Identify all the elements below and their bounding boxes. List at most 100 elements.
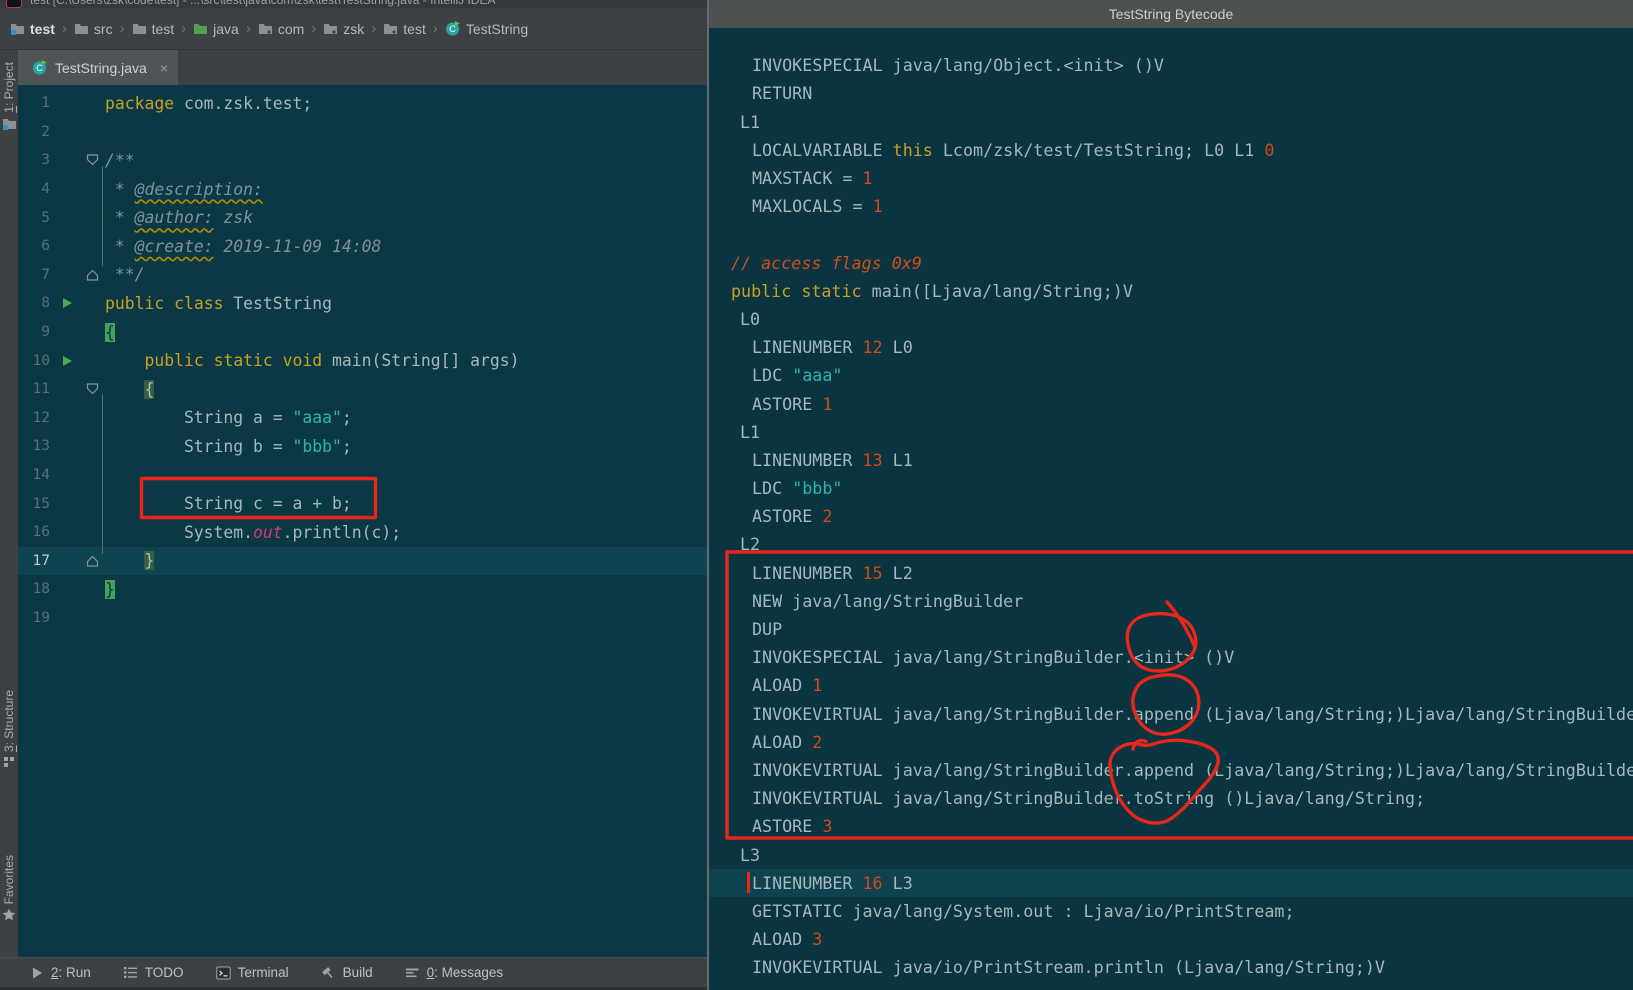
bytecode-line-23[interactable]: ALOAD 1 xyxy=(709,671,1633,699)
bytecode-lines: INVOKESPECIAL java/lang/Object.<init> ()… xyxy=(709,23,1633,981)
bytecode-line-3[interactable]: L1 xyxy=(709,108,1633,136)
bytecode-line-7[interactable] xyxy=(709,220,1633,248)
toolbar-item-build[interactable]: Build xyxy=(321,965,373,980)
breadcrumb-item-com[interactable]: com xyxy=(258,21,304,37)
bytecode-line-26[interactable]: INVOKEVIRTUAL java/lang/StringBuilder.ap… xyxy=(709,756,1633,784)
bytecode-line-4[interactable]: LOCALVARIABLE this Lcom/zsk/test/TestStr… xyxy=(709,136,1633,164)
bytecode-panel[interactable]: TestString Bytecode INVOKESPECIAL java/l… xyxy=(709,0,1633,990)
fold-collapse-icon[interactable] xyxy=(86,269,99,281)
editor-line-6[interactable]: 6 * @create: 2019-11-09 14:08 xyxy=(18,232,707,261)
bytecode-line-0[interactable] xyxy=(709,23,1633,51)
bytecode-line-31[interactable]: GETSTATIC java/lang/System.out : Ljava/i… xyxy=(709,897,1633,925)
breadcrumb-item-src[interactable]: src xyxy=(74,21,113,37)
run-gutter-icon[interactable] xyxy=(62,355,73,367)
editor-line-12[interactable]: 12 String a = "aaa"; xyxy=(18,404,707,433)
code-text: * @description: xyxy=(105,180,263,199)
breadcrumb-separator: › xyxy=(371,20,376,37)
bytecode-line-19[interactable]: LINENUMBER 15 L2 xyxy=(709,559,1633,587)
bytecode-line-16[interactable]: LDC "bbb" xyxy=(709,474,1633,502)
bytecode-line-10[interactable]: L0 xyxy=(709,305,1633,333)
editor-line-16[interactable]: 16 System.out.println(c); xyxy=(18,518,707,547)
editor-line-13[interactable]: 13 String b = "bbb"; xyxy=(18,432,707,461)
sources-folder-icon xyxy=(193,22,208,35)
bytecode-line-27[interactable]: INVOKEVIRTUAL java/lang/StringBuilder.to… xyxy=(709,784,1633,812)
bytecode-line-9[interactable]: public static main([Ljava/lang/String;)V xyxy=(709,277,1633,305)
bytecode-line-32[interactable]: ALOAD 3 xyxy=(709,925,1633,953)
bytecode-line-24[interactable]: INVOKEVIRTUAL java/lang/StringBuilder.ap… xyxy=(709,700,1633,728)
editor-line-3[interactable]: 3/** xyxy=(18,146,707,175)
toolbar-item-messages[interactable]: 0: Messages xyxy=(405,965,504,980)
code-text: /** xyxy=(105,151,135,170)
breadcrumb-item-TestString[interactable]: CTestString xyxy=(445,21,528,37)
editor-line-14[interactable]: 14 xyxy=(18,461,707,490)
bytecode-line-12[interactable]: LDC "aaa" xyxy=(709,361,1633,389)
todo-icon xyxy=(123,966,138,979)
bytecode-line-1[interactable]: INVOKESPECIAL java/lang/Object.<init> ()… xyxy=(709,51,1633,79)
close-icon[interactable]: × xyxy=(160,60,168,76)
bytecode-line-17[interactable]: ASTORE 2 xyxy=(709,502,1633,530)
editor-line-10[interactable]: 10 public static void main(String[] args… xyxy=(18,346,707,375)
bytecode-line-15[interactable]: LINENUMBER 13 L1 xyxy=(709,446,1633,474)
toolbar-item-terminal[interactable]: Terminal xyxy=(216,965,289,980)
breadcrumb-item-test[interactable]: test xyxy=(383,21,426,37)
bytecode-line-5[interactable]: MAXSTACK = 1 xyxy=(709,164,1633,192)
bytecode-line-29[interactable]: L3 xyxy=(709,840,1633,868)
tab-teststring-java[interactable]: C TestString.java × xyxy=(18,50,178,85)
breadcrumb-item-test[interactable]: test xyxy=(10,21,55,37)
bytecode-line-13[interactable]: ASTORE 1 xyxy=(709,389,1633,417)
editor-line-8[interactable]: 8public class TestString xyxy=(18,289,707,318)
tab-label: TestString.java xyxy=(55,60,147,76)
toolbar-item-run[interactable]: 2: Run xyxy=(31,965,91,980)
package-icon xyxy=(258,22,273,35)
bytecode-line-20[interactable]: NEW java/lang/StringBuilder xyxy=(709,587,1633,615)
line-number: 7 xyxy=(18,267,58,283)
editor-line-19[interactable]: 19 xyxy=(18,604,707,633)
bytecode-line-25[interactable]: ALOAD 2 xyxy=(709,728,1633,756)
bytecode-line-18[interactable]: L2 xyxy=(709,530,1633,558)
breadcrumb-separator: › xyxy=(246,20,251,37)
code-text: * @create: 2019-11-09 14:08 xyxy=(105,237,381,256)
bytecode-line-14[interactable]: L1 xyxy=(709,418,1633,446)
editor-line-18[interactable]: 18} xyxy=(18,575,707,604)
editor-line-9[interactable]: 9{ xyxy=(18,318,707,347)
sidebar-item-favorites[interactable]: Favorites xyxy=(0,855,18,921)
breadcrumb-item-zsk[interactable]: zsk xyxy=(323,21,364,37)
editor-line-7[interactable]: 7 **/ xyxy=(18,261,707,290)
line-number: 9 xyxy=(18,324,58,340)
code-editor[interactable]: 1package com.zsk.test;23/**4 * @descript… xyxy=(18,85,707,957)
editor-line-1[interactable]: 1package com.zsk.test; xyxy=(18,89,707,118)
bytecode-line-30[interactable]: LINENUMBER 16 L3 xyxy=(709,869,1633,897)
toolbar-item-label: Build xyxy=(343,965,373,980)
sidebar-item-project[interactable]: 1: Project xyxy=(0,62,18,130)
editor-line-2[interactable]: 2 xyxy=(18,118,707,147)
breadcrumb-item-java[interactable]: java xyxy=(193,21,239,37)
editor-line-11[interactable]: 11 { xyxy=(18,375,707,404)
line-number: 18 xyxy=(18,581,58,597)
fold-range-line xyxy=(102,394,103,554)
bytecode-line-22[interactable]: INVOKESPECIAL java/lang/StringBuilder.<i… xyxy=(709,643,1633,671)
breadcrumb-item-test[interactable]: test xyxy=(132,21,175,37)
code-text: } xyxy=(105,580,115,599)
bytecode-line-6[interactable]: MAXLOCALS = 1 xyxy=(709,192,1633,220)
fold-collapse-icon[interactable] xyxy=(86,383,99,395)
bytecode-line-8[interactable]: // access flags 0x9 xyxy=(709,249,1633,277)
bytecode-line-11[interactable]: LINENUMBER 12 L0 xyxy=(709,333,1633,361)
fold-collapse-icon[interactable] xyxy=(86,154,99,166)
code-text: { xyxy=(105,380,154,399)
bytecode-line-21[interactable]: DUP xyxy=(709,615,1633,643)
editor-line-15[interactable]: 15 String c = a + b; xyxy=(18,489,707,518)
fold-collapse-icon[interactable] xyxy=(86,555,99,567)
editor-line-5[interactable]: 5 * @author: zsk xyxy=(18,203,707,232)
toolbar-item-todo[interactable]: TODO xyxy=(123,965,184,980)
bytecode-line-2[interactable]: RETURN xyxy=(709,79,1633,107)
bytecode-line-33[interactable]: INVOKEVIRTUAL java/io/PrintStream.printl… xyxy=(709,953,1633,981)
run-gutter-icon[interactable] xyxy=(62,297,73,309)
package-icon xyxy=(383,22,398,35)
line-number: 17 xyxy=(18,553,58,569)
bytecode-line-28[interactable]: ASTORE 3 xyxy=(709,812,1633,840)
sidebar-item-structure[interactable]: 3: Structure xyxy=(0,690,18,768)
editor-line-17[interactable]: 17 } xyxy=(18,547,707,576)
toolbar-item-label: 2: Run xyxy=(51,965,91,980)
code-text: String c = a + b; xyxy=(105,494,352,513)
editor-line-4[interactable]: 4 * @description: xyxy=(18,175,707,204)
